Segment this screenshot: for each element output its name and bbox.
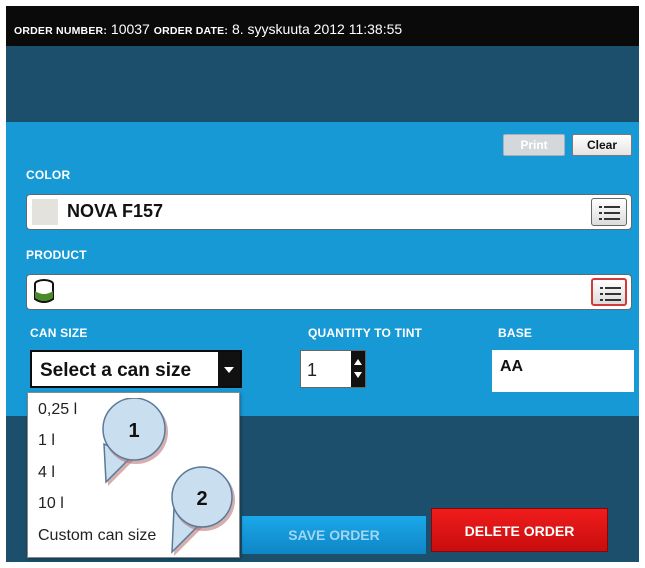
color-label: COLOR	[26, 168, 71, 182]
can-size-option[interactable]: 0,25 l	[38, 401, 77, 419]
clear-button[interactable]: Clear	[572, 134, 632, 156]
list-icon	[600, 287, 621, 301]
base-field: AA	[492, 350, 634, 392]
base-value: AA	[500, 358, 524, 375]
order-window: ORDER NUMBER: 10037 ORDER DATE: 8. syysk…	[0, 0, 645, 568]
list-icon	[599, 206, 620, 220]
product-list-button[interactable]	[591, 278, 627, 306]
order-form-panel: Print Clear COLOR NOVA F157 PRODUCT CAN …	[6, 122, 639, 416]
can-size-option[interactable]: 10 l	[38, 495, 64, 513]
can-size-option[interactable]: 4 l	[38, 464, 55, 482]
save-order-button[interactable]: SAVE ORDER	[242, 516, 426, 554]
can-size-selected: Select a can size	[40, 360, 192, 381]
can-icon	[34, 279, 54, 303]
can-size-select[interactable]: Select a can size	[30, 350, 242, 388]
quantity-value: 1	[307, 360, 318, 380]
product-label: PRODUCT	[26, 248, 87, 262]
callout-2: 2	[171, 466, 235, 556]
order-header: ORDER NUMBER: 10037 ORDER DATE: 8. syysk…	[6, 6, 639, 46]
delete-order-button[interactable]: DELETE ORDER	[431, 508, 608, 552]
increment-arrow-icon[interactable]	[354, 359, 362, 365]
can-size-label: CAN SIZE	[30, 326, 88, 340]
can-size-option[interactable]: Custom can size	[38, 527, 156, 545]
order-date: 8. syyskuuta 2012 11:38:55	[231, 21, 403, 37]
callout-1-number: 1	[128, 420, 139, 442]
chevron-down-icon[interactable]	[218, 352, 240, 386]
quantity-stepper[interactable]: 1	[300, 350, 366, 388]
order-info: ORDER NUMBER: 10037 ORDER DATE: 8. syysk…	[14, 21, 402, 37]
color-field[interactable]: NOVA F157	[26, 194, 632, 230]
can-size-option[interactable]: 1 l	[38, 432, 55, 450]
quantity-spinner[interactable]	[351, 351, 365, 387]
header-band	[6, 46, 639, 122]
callout-2-number: 2	[196, 488, 207, 510]
color-swatch	[32, 199, 58, 225]
order-date-label: ORDER DATE:	[153, 25, 229, 37]
color-value: NOVA F157	[67, 201, 164, 221]
print-button[interactable]: Print	[503, 134, 565, 156]
decrement-arrow-icon[interactable]	[354, 372, 362, 378]
color-list-button[interactable]	[591, 198, 627, 226]
base-label: BASE	[498, 326, 533, 340]
order-number: 10037	[110, 21, 150, 37]
order-number-label: ORDER NUMBER:	[14, 25, 108, 37]
quantity-label: QUANTITY TO TINT	[308, 326, 423, 340]
product-field[interactable]	[26, 274, 632, 310]
